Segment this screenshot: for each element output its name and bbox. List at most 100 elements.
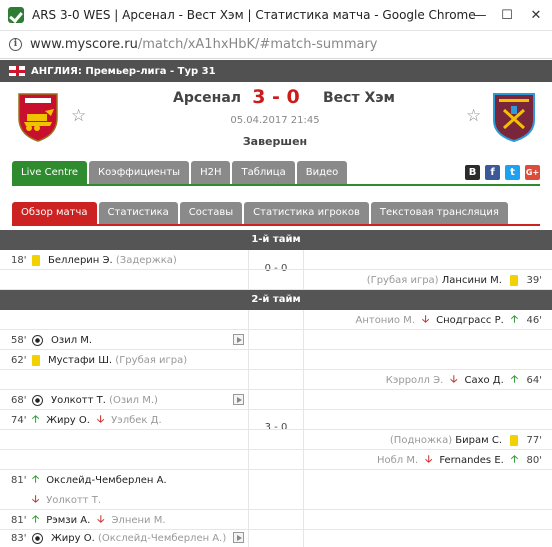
tab-video[interactable]: Видео bbox=[296, 161, 348, 184]
away-team-name[interactable]: Вест Хэм bbox=[323, 90, 395, 106]
player-name[interactable]: Беллерин Э. bbox=[48, 255, 113, 266]
player-out[interactable]: Уэлбек Д. bbox=[111, 415, 162, 426]
tab-lineups[interactable]: Составы bbox=[179, 202, 243, 224]
close-icon[interactable]: ✕ bbox=[526, 8, 546, 23]
vk-share-icon[interactable]: В bbox=[465, 165, 480, 180]
event-row: 58' Озил М. bbox=[0, 330, 552, 350]
event-note: (Грубая игра) bbox=[366, 274, 439, 286]
event-row: 68' Уолкотт Т. (Озил М.) bbox=[0, 390, 552, 410]
substitution-out-icon: 🡣 bbox=[96, 413, 105, 425]
main-tabs-underline bbox=[12, 184, 540, 186]
player-name[interactable]: Мустафи Ш. bbox=[48, 355, 112, 366]
assist-note: (Окслейд-Чемберлен А.) bbox=[97, 532, 227, 544]
event-minute: 81' bbox=[11, 474, 27, 486]
video-highlight-icon[interactable] bbox=[233, 532, 244, 543]
favorite-star-away-icon[interactable]: ☆ bbox=[466, 106, 481, 126]
match-header: ☆ Арсенал 3 - 0 Вест Хэм ☆ 05.04.2017 21… bbox=[0, 82, 552, 158]
tab-match-summary[interactable]: Обзор матча bbox=[12, 202, 97, 224]
player-out[interactable]: Элнени М. bbox=[111, 515, 165, 526]
arsenal-logo-icon[interactable] bbox=[15, 92, 61, 142]
sub-tabs-underline bbox=[12, 224, 540, 226]
tab-h2h[interactable]: H2H bbox=[191, 161, 231, 184]
player-out[interactable]: Нобл М. bbox=[377, 455, 418, 466]
event-minute: 46' bbox=[526, 314, 542, 326]
yellow-card-icon bbox=[32, 354, 40, 366]
window-title: ARS 3-0 WES | Арсенал - Вест Хэм | Стати… bbox=[32, 8, 476, 22]
player-in[interactable]: Снодграсс Р. bbox=[436, 315, 504, 326]
event-row: 74' 🡡 Жиру О. 🡣 Уэлбек Д. bbox=[0, 410, 552, 430]
main-tabs: Live Centre Коэффициенты H2H Таблица Вид… bbox=[12, 161, 349, 184]
event-row: Кэрролл Э. 🡣 Сахо Д. 🡡 64' bbox=[0, 370, 552, 390]
tab-live-centre[interactable]: Live Centre bbox=[12, 161, 88, 184]
facebook-share-icon[interactable]: f bbox=[485, 165, 500, 180]
event-row: (Подножка) Бирам С. 77' bbox=[0, 430, 552, 450]
first-half-header: 1-й тайм bbox=[0, 230, 552, 250]
player-name[interactable]: Бирам С. bbox=[455, 435, 502, 446]
google-plus-share-icon[interactable]: G+ bbox=[525, 165, 540, 180]
goal-ball-icon bbox=[32, 334, 43, 346]
url-host: www.myscore.ru bbox=[30, 37, 138, 52]
twitter-share-icon[interactable]: t bbox=[505, 165, 520, 180]
tab-statistics[interactable]: Статистика bbox=[98, 202, 178, 224]
favorite-star-home-icon[interactable]: ☆ bbox=[71, 106, 86, 126]
sub-tabs: Обзор матча Статистика Составы Статистик… bbox=[12, 202, 510, 224]
address-bar[interactable]: i www.myscore.ru/match/xA1hxHbK/#match-s… bbox=[0, 31, 552, 59]
maximize-icon[interactable]: ☐ bbox=[497, 8, 517, 23]
event-row: (Грубая игра) Лансини М. 39' bbox=[0, 270, 552, 290]
url-text[interactable]: www.myscore.ru/match/xA1hxHbK/#match-sum… bbox=[30, 37, 377, 52]
video-highlight-icon[interactable] bbox=[233, 394, 244, 405]
event-minute: 80' bbox=[526, 454, 542, 466]
assist-note: (Озил М.) bbox=[109, 394, 158, 406]
second-half-header: 2-й тайм bbox=[0, 290, 552, 310]
substitution-in-icon: 🡡 bbox=[510, 453, 518, 465]
browser-titlebar: ARS 3-0 WES | Арсенал - Вест Хэм | Стати… bbox=[0, 0, 552, 31]
event-row: 18' Беллерин Э. (Задержка) bbox=[0, 250, 552, 270]
substitution-in-icon: 🡡 bbox=[32, 413, 40, 425]
event-minute: 74' bbox=[11, 414, 27, 426]
substitution-out-icon: 🡣 bbox=[421, 313, 430, 325]
event-row: Нобл М. 🡣 Fernandes E. 🡡 80' bbox=[0, 450, 552, 470]
event-minute: 68' bbox=[11, 394, 27, 406]
tab-odds[interactable]: Коэффициенты bbox=[89, 161, 190, 184]
goal-ball-icon bbox=[32, 394, 43, 406]
match-score: 3 - 0 bbox=[252, 86, 300, 108]
player-out[interactable]: Уолкотт Т. bbox=[46, 495, 101, 506]
tab-commentary[interactable]: Текстовая трансляция bbox=[370, 202, 508, 224]
minimize-icon[interactable]: — bbox=[470, 8, 490, 23]
event-note: (Грубая игра) bbox=[115, 354, 188, 366]
event-row: 81' 🡡 Рэмзи А. 🡣 Элнени М. bbox=[0, 510, 552, 530]
info-icon[interactable]: i bbox=[9, 38, 22, 51]
event-row: 62' Мустафи Ш. (Грубая игра) bbox=[0, 350, 552, 370]
tab-standings[interactable]: Таблица bbox=[232, 161, 295, 184]
yellow-card-icon bbox=[510, 274, 518, 286]
video-highlight-icon[interactable] bbox=[233, 334, 244, 345]
player-name[interactable]: Озил М. bbox=[51, 335, 92, 346]
league-bar[interactable]: АНГЛИЯ: Премьер-лига - Тур 31 bbox=[0, 60, 552, 82]
west-ham-logo-icon[interactable] bbox=[491, 92, 537, 142]
league-label[interactable]: АНГЛИЯ: Премьер-лига - Тур 31 bbox=[31, 66, 216, 77]
player-name[interactable]: Жиру О. bbox=[51, 533, 95, 544]
substitution-in-icon: 🡡 bbox=[510, 313, 518, 325]
player-name[interactable]: Лансини М. bbox=[442, 275, 502, 286]
yellow-card-icon bbox=[510, 434, 518, 446]
player-name[interactable]: Уолкотт Т. bbox=[51, 395, 106, 406]
event-minute: 58' bbox=[11, 334, 27, 346]
player-in[interactable]: Жиру О. bbox=[46, 415, 90, 426]
tab-player-stats[interactable]: Статистика игроков bbox=[244, 202, 369, 224]
substitution-out-icon: 🡣 bbox=[450, 373, 458, 385]
player-in[interactable]: Рэмзи А. bbox=[46, 515, 90, 526]
player-out[interactable]: Кэрролл Э. bbox=[386, 375, 444, 386]
player-in[interactable]: Fernandes E. bbox=[439, 455, 503, 466]
event-note: (Задержка) bbox=[115, 254, 177, 266]
player-out[interactable]: Антонио М. bbox=[355, 315, 414, 326]
event-row: 83' Жиру О. (Окслейд-Чемберлен А.) bbox=[0, 528, 552, 547]
goal-ball-icon bbox=[32, 532, 43, 544]
player-in[interactable]: Сахо Д. bbox=[464, 375, 503, 386]
event-row: Антонио М. 🡣 Снодграсс Р. 🡡 46' bbox=[0, 310, 552, 330]
player-in[interactable]: Окслейд-Чемберлен А. bbox=[46, 475, 166, 486]
event-minute: 62' bbox=[11, 354, 27, 366]
event-note: (Подножка) bbox=[389, 434, 453, 446]
home-team-name[interactable]: Арсенал bbox=[173, 90, 241, 106]
substitution-in-icon: 🡡 bbox=[32, 513, 40, 525]
site-favicon-icon bbox=[8, 7, 24, 23]
